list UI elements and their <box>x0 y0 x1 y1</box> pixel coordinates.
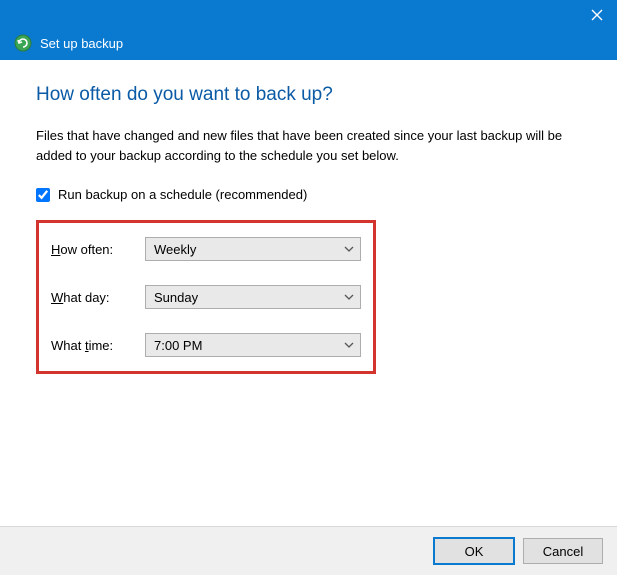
close-icon <box>591 9 603 21</box>
chevron-down-icon <box>344 294 354 300</box>
backup-icon <box>14 34 32 52</box>
schedule-fields-highlight: How often: Weekly What day: Sunday What … <box>36 220 376 374</box>
window-title: Set up backup <box>40 36 123 51</box>
chevron-down-icon <box>344 342 354 348</box>
cancel-button[interactable]: Cancel <box>523 538 603 564</box>
what-day-value: Sunday <box>154 290 198 305</box>
chevron-down-icon <box>344 246 354 252</box>
what-day-label: What day: <box>51 290 145 305</box>
what-day-combobox[interactable]: Sunday <box>145 285 361 309</box>
content-area: How often do you want to back up? Files … <box>0 60 617 374</box>
close-button[interactable] <box>591 8 603 26</box>
schedule-checkbox-label: Run backup on a schedule (recommended) <box>58 187 307 202</box>
what-time-value: 7:00 PM <box>154 338 202 353</box>
what-time-row: What time: 7:00 PM <box>51 333 361 357</box>
page-heading: How often do you want to back up? <box>36 84 581 106</box>
what-time-label: What time: <box>51 338 145 353</box>
what-time-combobox[interactable]: 7:00 PM <box>145 333 361 357</box>
how-often-row: How often: Weekly <box>51 237 361 261</box>
backup-wizard-window: Set up backup How often do you want to b… <box>0 0 617 575</box>
page-description: Files that have changed and new files th… <box>36 126 581 165</box>
schedule-checkbox[interactable] <box>36 188 50 202</box>
how-often-value: Weekly <box>154 242 196 257</box>
what-day-row: What day: Sunday <box>51 285 361 309</box>
ok-button[interactable]: OK <box>433 537 515 565</box>
how-often-label: How often: <box>51 242 145 257</box>
schedule-checkbox-row[interactable]: Run backup on a schedule (recommended) <box>36 187 581 202</box>
button-bar: OK Cancel <box>0 526 617 575</box>
titlebar: Set up backup <box>0 0 617 60</box>
how-often-combobox[interactable]: Weekly <box>145 237 361 261</box>
